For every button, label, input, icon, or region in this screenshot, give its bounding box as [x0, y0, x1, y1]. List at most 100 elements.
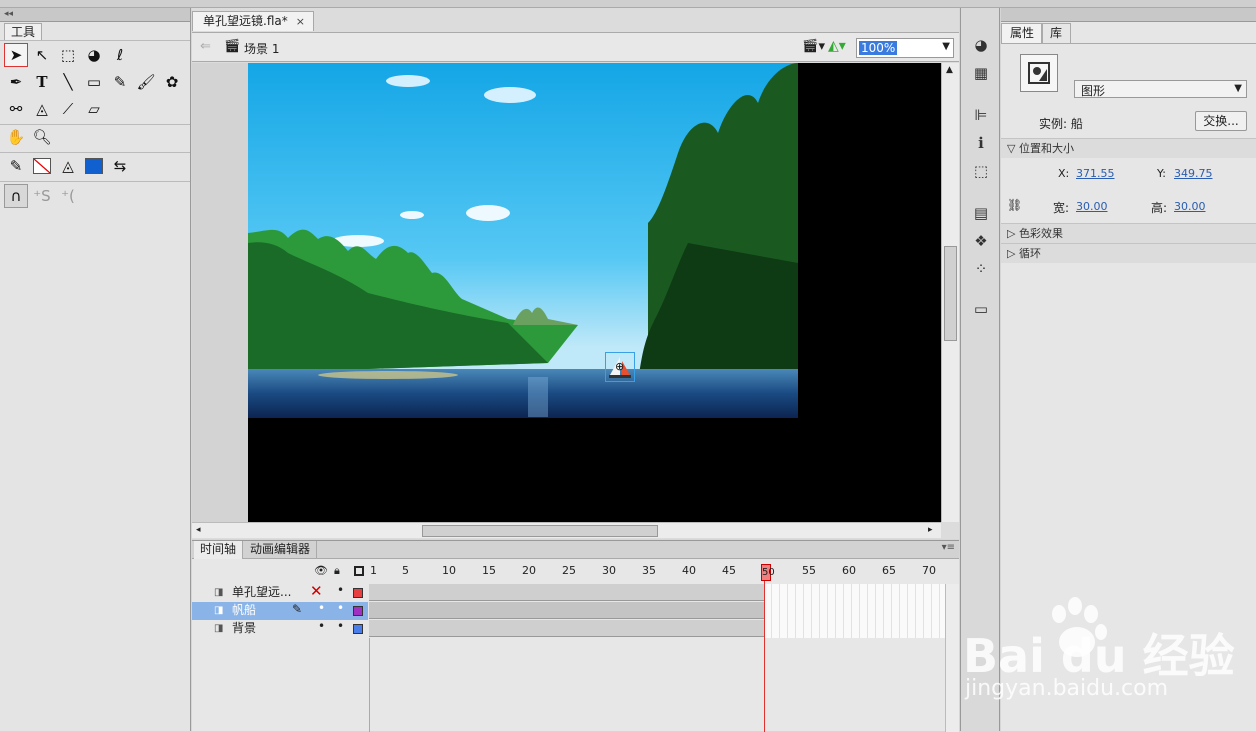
outline-icon[interactable] [354, 566, 364, 576]
scroll-up-icon[interactable]: ▲ [946, 65, 953, 75]
registration-point-icon: ⊕ [615, 360, 625, 373]
zoom-tool-icon[interactable]: 🔍︎ [30, 125, 54, 149]
hand-tool-icon[interactable]: ✋ [4, 125, 28, 149]
line-tool-icon[interactable]: ╲ [56, 70, 80, 94]
back-arrow-icon[interactable]: ⇐ [200, 39, 211, 54]
ruler-tick-label: 40 [682, 564, 696, 577]
chevron-down-icon: ▼ [942, 41, 950, 52]
motion-presets-icon[interactable]: ⁘ [971, 260, 991, 280]
layer-color-swatch[interactable] [353, 606, 363, 616]
swap-colors-icon[interactable]: ⇆ [108, 154, 132, 178]
frame-span[interactable] [369, 584, 764, 601]
frame-span[interactable] [369, 602, 764, 619]
zoom-value: 100% [859, 41, 898, 55]
lock-dot[interactable]: • [337, 582, 344, 599]
frame-span[interactable] [369, 620, 764, 637]
layer-color-swatch[interactable] [353, 624, 363, 634]
stroke-color-icon[interactable]: ✎ [4, 154, 28, 178]
stroke-color-swatch[interactable] [30, 154, 54, 178]
bone-tool-icon[interactable]: ⚯ [4, 97, 28, 121]
properties-panel-header[interactable] [1001, 8, 1256, 22]
components-panel-icon[interactable]: ❖ [971, 232, 991, 252]
empty-frames[interactable] [764, 584, 945, 638]
link-constrain-icon[interactable]: ⛓ [1007, 198, 1022, 212]
pencil-tool-icon[interactable]: ✎ [108, 70, 132, 94]
straighten-icon[interactable]: ⁺( [56, 184, 80, 208]
lock-dot[interactable]: • [337, 600, 344, 617]
frame-ruler[interactable]: 1 5 10 15 20 25 30 35 40 45 55 60 65 70 [369, 563, 945, 581]
swap-button[interactable]: 交换... [1195, 111, 1247, 131]
document-tab[interactable]: 单孔望远镜.fla* × [192, 11, 314, 31]
scroll-right-icon[interactable]: ▸ [928, 525, 933, 535]
color-effect-section[interactable]: ▷ 色彩效果 [1001, 223, 1256, 243]
lock-icon[interactable]: 🔒︎ [334, 564, 340, 578]
free-transform-tool-icon[interactable]: ⬚ [56, 43, 80, 67]
layer-row[interactable]: ◨ 背景 • • [192, 618, 368, 638]
boat-symbol[interactable]: ⊕ [605, 352, 635, 382]
swatches-panel-icon[interactable]: ▦ [971, 64, 991, 84]
visibility-dot[interactable]: • [318, 600, 325, 617]
stage[interactable]: ⊕ [248, 63, 941, 522]
horizontal-scroll-thumb[interactable] [422, 525, 658, 537]
paint-bucket-tool-icon[interactable]: ◬ [30, 97, 54, 121]
project-panel-icon[interactable]: ▭ [971, 300, 991, 320]
scroll-left-icon[interactable]: ◂ [196, 525, 201, 535]
tools-panel-header[interactable]: ◂◂ [0, 8, 190, 22]
ruler-tick-label: 10 [442, 564, 456, 577]
width-value[interactable]: 30.00 [1076, 200, 1108, 213]
tab-timeline[interactable]: 时间轴 [194, 541, 244, 559]
scene-label[interactable]: 场景 1 [244, 40, 279, 57]
horizontal-scrollbar[interactable]: ◂ ▸ [192, 522, 941, 538]
tab-library[interactable]: 库 [1041, 23, 1072, 43]
transform-panel-icon[interactable]: ⬚ [971, 162, 991, 182]
rectangle-tool-icon[interactable]: ▭ [82, 70, 106, 94]
instance-label: 实例: 船 [1039, 117, 1083, 131]
stage-area: ⊕ [192, 63, 941, 522]
brush-tool-icon[interactable]: 🖌 [134, 70, 158, 94]
x-label: X: [1058, 167, 1070, 180]
tab-properties[interactable]: 属性 [1001, 23, 1044, 43]
eraser-tool-icon[interactable]: ▱ [82, 97, 106, 121]
tools-tab[interactable]: 工具 [4, 23, 43, 40]
smooth-icon[interactable]: ⁺S [30, 184, 54, 208]
selection-tool-icon[interactable]: ➤ [4, 43, 28, 67]
layer-color-swatch[interactable] [353, 588, 363, 598]
y-value[interactable]: 349.75 [1174, 167, 1213, 180]
scene-icon: 🎬︎ [224, 39, 241, 54]
align-panel-icon[interactable]: ⊫ [971, 106, 991, 126]
ruler-tick-label: 35 [642, 564, 656, 577]
zoom-select[interactable]: 100% ▼ [856, 38, 954, 58]
lock-dot[interactable]: • [337, 618, 344, 635]
edit-symbol-icon[interactable]: ◭▾ [828, 38, 846, 54]
info-panel-icon[interactable]: ℹ [971, 134, 991, 154]
color-panel-icon[interactable]: ◕ [971, 36, 991, 56]
eyedropper-tool-icon[interactable]: ⟋ [56, 97, 80, 121]
playhead-marker[interactable]: 50 [761, 564, 775, 581]
tab-motion-editor[interactable]: 动画编辑器 [244, 541, 318, 559]
visibility-dot[interactable]: • [318, 618, 325, 635]
timeline-scrollbar[interactable] [945, 584, 959, 732]
close-icon[interactable]: × [296, 15, 305, 28]
code-snippets-icon[interactable]: ▤ [971, 204, 991, 224]
height-value[interactable]: 30.00 [1174, 200, 1206, 213]
subselection-tool-icon[interactable]: ↖ [30, 43, 54, 67]
lasso-tool-icon[interactable]: ℓ [108, 43, 132, 67]
snap-magnet-icon[interactable]: ∩ [4, 184, 28, 208]
fill-color-swatch[interactable] [82, 154, 106, 178]
loop-section[interactable]: ▷ 循环 [1001, 243, 1256, 263]
3d-rotation-tool-icon[interactable]: ◕ [82, 43, 106, 67]
panel-menu-icon[interactable]: ▾≡ [942, 542, 955, 553]
fill-color-icon[interactable]: ◬ [56, 154, 80, 178]
eye-icon[interactable]: 👁︎ [314, 564, 328, 577]
vertical-scrollbar[interactable]: ▲ [941, 63, 959, 522]
x-value[interactable]: 371.55 [1076, 167, 1115, 180]
hidden-x-icon[interactable]: ✕ [310, 583, 323, 600]
deco-tool-icon[interactable]: ✿ [160, 70, 184, 94]
edit-scene-icon[interactable]: 🎬︎▾ [802, 39, 825, 54]
ruler-tick-label: 55 [802, 564, 816, 577]
symbol-type-select[interactable]: 图形 ▼ [1074, 80, 1247, 98]
pen-tool-icon[interactable]: ✒ [4, 70, 28, 94]
text-tool-icon[interactable]: T [30, 70, 54, 94]
position-size-section[interactable]: ▽ 位置和大小 [1001, 138, 1256, 158]
vertical-scroll-thumb[interactable] [944, 246, 957, 341]
